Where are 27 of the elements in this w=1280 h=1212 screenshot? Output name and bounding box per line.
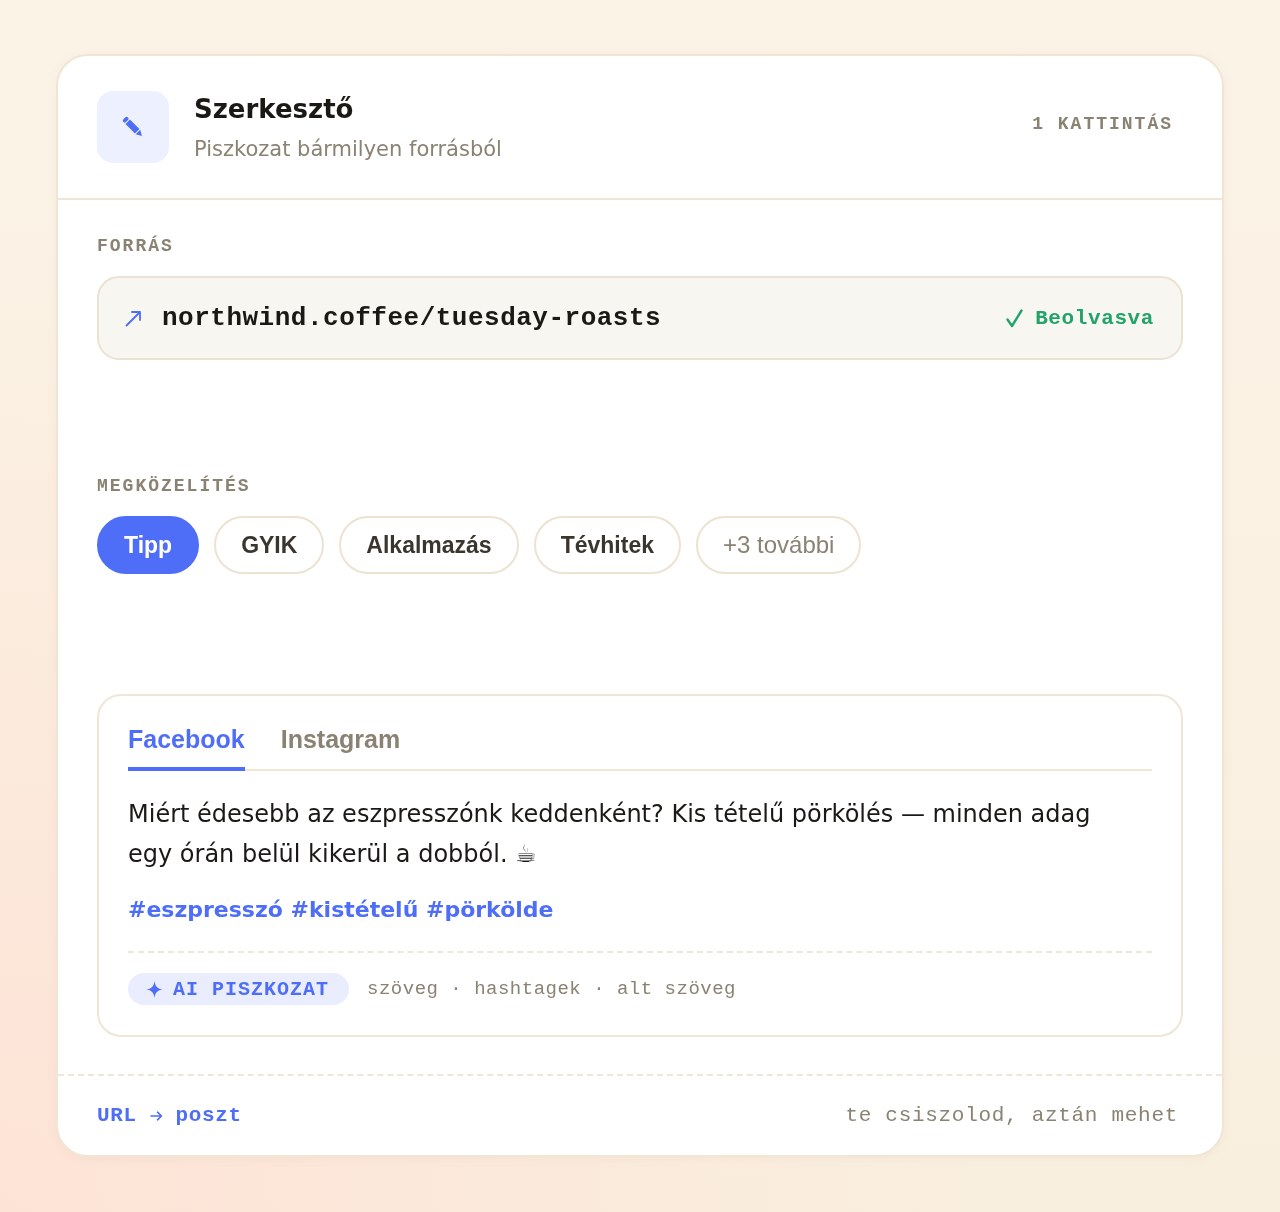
approach-chip[interactable]: Alkalmazás bbox=[339, 516, 519, 574]
arrow-icon bbox=[125, 309, 142, 327]
click-count-label: 1 KATTINTÁS bbox=[1032, 114, 1173, 134]
approach-chip[interactable]: GYIK bbox=[214, 516, 325, 574]
source-field[interactable]: northwind.coffee/tuesday-roasts Beolvasva bbox=[97, 276, 1183, 360]
check-icon bbox=[1006, 308, 1024, 328]
platform-tab[interactable]: Instagram bbox=[280, 724, 401, 771]
draft-contents: szöveg · hashtagek · alt szöveg bbox=[367, 978, 736, 1000]
more-options-chip[interactable]: +3 további bbox=[696, 516, 862, 574]
hashtags: #eszpresszó #kistételű #pörkölde bbox=[128, 896, 554, 924]
sparkle-icon bbox=[146, 980, 163, 998]
source-status: Beolvasva bbox=[1035, 306, 1154, 330]
flow-to-label: poszt bbox=[175, 1103, 242, 1129]
editor-subtitle: Piszkozat bármilyen forrásból bbox=[194, 135, 502, 163]
ai-draft-label: AI PISZKOZAT bbox=[173, 977, 330, 1001]
flow-from-label: URL bbox=[97, 1103, 137, 1129]
approach-chip[interactable]: Tipp bbox=[97, 516, 200, 574]
footer-note: te csiszolod, aztán mehet bbox=[845, 1103, 1178, 1129]
editor-title: Szerkesztő bbox=[194, 92, 354, 126]
section-label: FORRÁS bbox=[97, 235, 174, 257]
pencil-icon bbox=[97, 91, 169, 163]
source-url: northwind.coffee/tuesday-roasts bbox=[162, 303, 662, 333]
platform-tab[interactable]: Facebook bbox=[128, 724, 245, 771]
post-text: Miért édesebb az eszpresszónk keddenként? Kis tételű pörkölés — minden adag egy órán belül kikerül a dobból. ☕ bbox=[128, 799, 1092, 870]
approach-chip[interactable]: Tévhitek bbox=[533, 516, 681, 574]
arrow-icon bbox=[149, 1111, 163, 1121]
section-label: MEGKÖZELÍTÉS bbox=[97, 475, 251, 497]
